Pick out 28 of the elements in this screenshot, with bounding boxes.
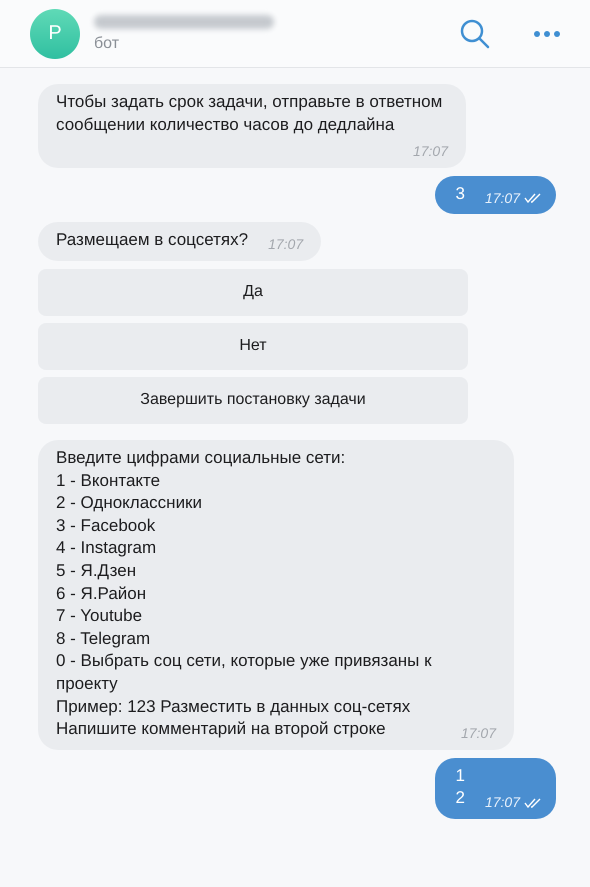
message-text: 2	[455, 788, 465, 808]
message-time: 17:07	[484, 188, 520, 208]
message-text: 2 - Одноклассники	[56, 492, 203, 514]
message-text: 8 - Telegram	[56, 628, 152, 650]
message-time: 17:07	[268, 235, 304, 254]
message-text: 0 - Выбрать соц сети, которые уже привязаны к проекту	[56, 650, 433, 695]
chat-subtitle: бот	[94, 34, 120, 52]
message-text: Размещаем в соцсетях?	[56, 230, 248, 250]
message-text: Чтобы задать срок задачи, отправьте в ответном сообщении количество часов до дедлайна	[56, 92, 442, 134]
message-time: 17:07	[460, 724, 496, 744]
message-text: 3 - Facebook	[56, 514, 156, 537]
reply-button[interactable]: Завершить постановку задачи	[38, 376, 468, 424]
message-text: 1 - Вконтакте	[56, 470, 162, 492]
message-text: 4 - Instagram	[56, 537, 158, 560]
message-text: Введите цифрами социальные сети:	[56, 446, 346, 469]
message-text: Пример: 123 Разместить в данных соц-сетях	[56, 696, 412, 718]
message-text: Напишите комментарий на второй строке	[56, 719, 386, 738]
message-time: 17:07	[412, 142, 448, 162]
reply-button[interactable]: Да	[38, 268, 468, 316]
message-time: 17:07	[484, 793, 520, 812]
reply-button[interactable]: Нет	[38, 322, 468, 370]
message-text: 3	[455, 184, 465, 203]
search-icon[interactable]	[460, 18, 490, 48]
message-text: 7 - Youtube	[56, 605, 144, 628]
more-icon[interactable]	[534, 30, 560, 36]
message-text: 6 - Я.Район	[56, 582, 148, 605]
message-text: 1	[455, 764, 466, 787]
message-text: 5 - Я.Дзен	[56, 560, 138, 582]
